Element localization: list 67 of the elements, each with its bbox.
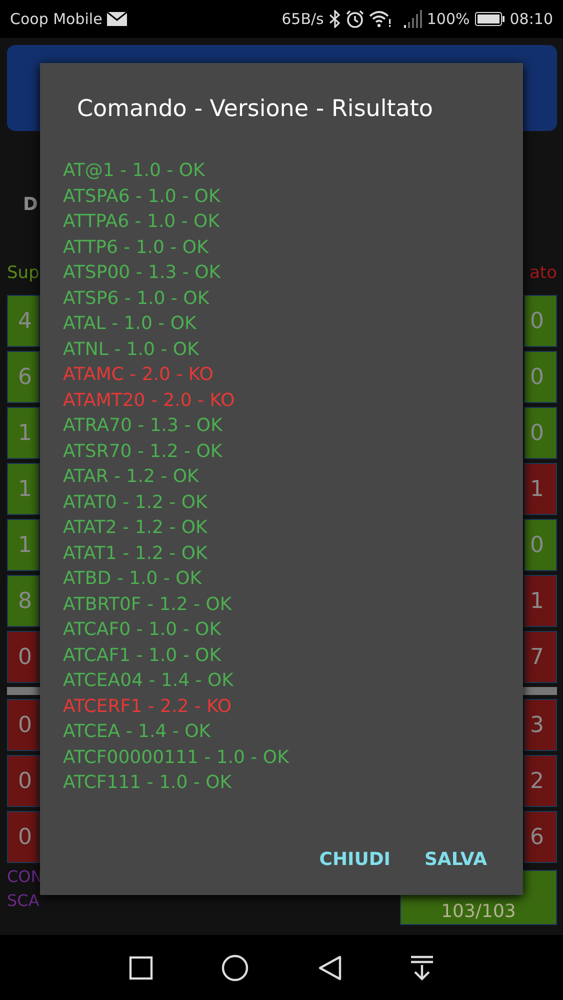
dialog-title: Comando - Versione - Risultato <box>76 95 434 124</box>
wifi-icon <box>368 10 391 28</box>
battery-percent: 100% <box>426 10 470 28</box>
home-icon[interactable] <box>221 954 250 982</box>
result-line: ATAL - 1.0 - OK <box>63 312 196 336</box>
result-line: ATCF111 - 1.0 - OK <box>63 771 232 795</box>
result-line: ATSR70 - 1.2 - OK <box>63 440 222 464</box>
result-line: ATAT0 - 1.2 - OK <box>63 490 208 514</box>
column-heading: D <box>23 194 38 215</box>
result-line: ATAT2 - 1.2 - OK <box>63 516 208 540</box>
network-speed: 65B/s <box>282 10 324 28</box>
count-cell: 4 <box>7 295 40 347</box>
count-cell: 0 <box>524 295 557 347</box>
count-cell: 1 <box>7 519 40 571</box>
battery-icon <box>474 12 505 26</box>
count-cell: 0 <box>524 351 557 403</box>
count-cell: 0 <box>524 519 557 571</box>
back-icon[interactable] <box>318 954 342 980</box>
mail-icon <box>107 12 128 26</box>
result-line: ATCEA04 - 1.4 - OK <box>63 669 234 693</box>
recents-icon[interactable] <box>129 956 154 980</box>
divider-bar <box>521 687 557 695</box>
count-cell: 0 <box>7 755 40 807</box>
result-line: ATRA70 - 1.3 - OK <box>63 414 222 438</box>
result-line: ATBD - 1.0 - OK <box>63 567 202 591</box>
result-line: AT@1 - 1.0 - OK <box>63 159 205 183</box>
bluetooth-icon <box>328 10 341 28</box>
count-cell: 2 <box>524 755 557 807</box>
count-cell: 1 <box>524 463 557 515</box>
carrier-name: Coop Mobile <box>10 10 102 28</box>
result-line: ATAT1 - 1.2 - OK <box>63 542 208 566</box>
count-cell: 7 <box>524 631 557 683</box>
result-line: ATAMT20 - 2.0 - KO <box>63 388 235 412</box>
count-cell: 0 <box>7 631 40 683</box>
result-line: ATBRT0F - 1.2 - OK <box>63 592 232 616</box>
alarm-icon <box>346 10 364 28</box>
result-line: ATSP6 - 1.0 - OK <box>63 286 210 310</box>
divider-bar <box>7 687 43 695</box>
result-line: ATAR - 1.2 - OK <box>63 465 199 489</box>
signal-icon <box>404 10 422 28</box>
dialog-button[interactable]: CHIUDI <box>311 841 398 878</box>
count-cell: 6 <box>524 811 557 863</box>
count-cell: 3 <box>524 699 557 751</box>
result-line: ATTP6 - 1.0 - OK <box>63 236 208 260</box>
result-line: ATCAF1 - 1.0 - OK <box>63 644 222 668</box>
count-cell: 0 <box>7 699 40 751</box>
count-cell: 1 <box>7 407 40 459</box>
count-cell: 0 <box>7 811 40 863</box>
count-cell: 8 <box>7 575 40 627</box>
column-label: Sup <box>7 263 40 285</box>
count-cell: 1 <box>524 575 557 627</box>
column-label: ato <box>530 263 557 285</box>
result-line: ATSPA6 - 1.0 - OK <box>63 184 220 208</box>
result-line: ATCF00000111 - 1.0 - OK <box>63 746 289 770</box>
count-cell: 1 <box>7 463 40 515</box>
status-text: SCA <box>7 891 40 911</box>
result-line: ATAMC - 2.0 - KO <box>63 363 214 387</box>
result-line: ATCAF0 - 1.0 - OK <box>63 618 222 642</box>
result-line: ATCERF1 - 2.2 - KO <box>63 694 232 718</box>
count-cell: 0 <box>524 407 557 459</box>
result-line: ATSP00 - 1.3 - OK <box>63 261 221 285</box>
count-cell: 6 <box>7 351 40 403</box>
result-line: ATCEA - 1.4 - OK <box>63 720 211 744</box>
notification-pull-icon[interactable] <box>410 954 434 980</box>
result-line: ATTPA6 - 1.0 - OK <box>63 210 220 234</box>
result-line: ATNL - 1.0 - OK <box>63 338 199 362</box>
clock: 08:10 <box>510 10 553 28</box>
